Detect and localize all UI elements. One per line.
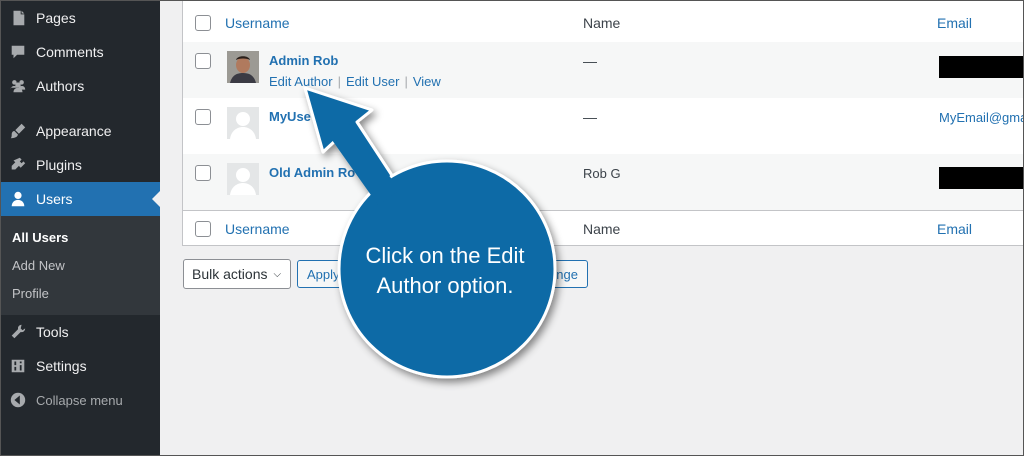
edit-user-link[interactable]: Edit User xyxy=(346,74,399,89)
callout-line-2: Author option. xyxy=(376,273,514,298)
avatar xyxy=(227,107,259,139)
users-icon xyxy=(0,190,36,208)
comments-icon xyxy=(0,43,36,61)
collapse-icon xyxy=(0,391,36,409)
callout-line-1: Click on the Edit xyxy=(365,243,525,268)
username-column-footer[interactable]: Username xyxy=(225,221,290,237)
submenu-profile[interactable]: Profile xyxy=(12,286,49,301)
email-link[interactable]: MyEmail@gma xyxy=(939,110,1024,125)
tools-icon xyxy=(0,323,36,341)
menu-item-settings[interactable]: Settings xyxy=(0,349,160,383)
username-link[interactable]: Old Admin Ro xyxy=(269,165,355,180)
apply-button[interactable]: Apply xyxy=(297,260,357,288)
row-checkbox[interactable] xyxy=(195,53,211,69)
menu-item-label: Appearance xyxy=(36,123,112,139)
table-row: Old Admin Ro Rob G xyxy=(183,154,1024,211)
settings-icon xyxy=(0,357,36,375)
table-header: Username Name Email xyxy=(183,0,1024,43)
menu-item-label: Pages xyxy=(36,10,76,26)
avatar xyxy=(227,51,259,83)
row-checkbox[interactable] xyxy=(195,109,211,125)
menu-item-label: Collapse menu xyxy=(36,392,123,408)
menu-item-label: Comments xyxy=(36,44,104,60)
avatar xyxy=(227,163,259,195)
pages-icon xyxy=(0,9,36,27)
callout-text: Click on the Edit Author option. xyxy=(355,241,535,301)
menu-item-label: Authors xyxy=(36,78,85,94)
username-link[interactable]: Admin Rob xyxy=(269,53,338,68)
view-link[interactable]: View xyxy=(413,74,441,89)
plugins-icon xyxy=(0,156,36,174)
name-cell: Rob G xyxy=(583,166,621,181)
menu-item-label: Plugins xyxy=(36,157,82,173)
row-actions: Edit Author | Edit User | View xyxy=(269,74,441,89)
users-table: Username Name Email Admin Rob Edit Autho… xyxy=(182,0,1024,246)
submenu-add-new[interactable]: Add New xyxy=(12,258,65,273)
menu-item-comments[interactable]: Comments xyxy=(0,35,160,69)
username-link[interactable]: MyUse xyxy=(269,109,311,124)
menu-item-label: Tools xyxy=(36,324,69,340)
admin-sidebar: Pages Comments Authors Appearance Plugin… xyxy=(0,0,160,456)
name-cell: — xyxy=(583,109,597,125)
users-submenu: All Users Add New Profile xyxy=(0,216,160,315)
appearance-icon xyxy=(0,122,36,140)
authors-icon xyxy=(0,77,36,95)
menu-item-authors[interactable]: Authors xyxy=(0,69,160,103)
select-all-checkbox[interactable] xyxy=(195,221,211,237)
table-row: Admin Rob Edit Author | Edit User | View — xyxy=(183,42,1024,98)
menu-item-label: Users xyxy=(36,191,73,207)
chevron-down-icon: ⌵ xyxy=(273,268,282,280)
username-column-header[interactable]: Username xyxy=(225,15,290,31)
menu-item-pages[interactable]: Pages xyxy=(0,1,160,35)
email-column-footer[interactable]: Email xyxy=(937,221,972,237)
change-role-button[interactable]: nge xyxy=(534,260,588,288)
menu-item-tools[interactable]: Tools xyxy=(0,315,160,349)
collapse-menu-button[interactable]: Collapse menu xyxy=(0,383,160,417)
name-column-header: Name xyxy=(583,15,621,31)
select-all-checkbox[interactable] xyxy=(195,15,211,31)
email-column-header[interactable]: Email xyxy=(937,15,972,31)
row-checkbox[interactable] xyxy=(195,165,211,181)
bulk-actions-select[interactable]: Bulk actions ⌵ xyxy=(183,259,291,289)
name-column-footer: Name xyxy=(583,221,621,237)
name-cell: — xyxy=(583,53,597,69)
menu-item-appearance[interactable]: Appearance xyxy=(0,114,160,148)
bulk-actions-label: Bulk actions xyxy=(192,266,268,282)
submenu-all-users[interactable]: All Users xyxy=(12,230,68,245)
redacted-email xyxy=(939,167,1024,189)
table-footer: Username Name Email xyxy=(183,211,1024,245)
table-row: MyUse — MyEmail@gma xyxy=(183,98,1024,154)
menu-item-users[interactable]: Users xyxy=(0,182,160,216)
menu-item-label: Settings xyxy=(36,358,87,374)
edit-author-link[interactable]: Edit Author xyxy=(269,74,333,89)
menu-item-plugins[interactable]: Plugins xyxy=(0,148,160,182)
redacted-email xyxy=(939,56,1024,78)
